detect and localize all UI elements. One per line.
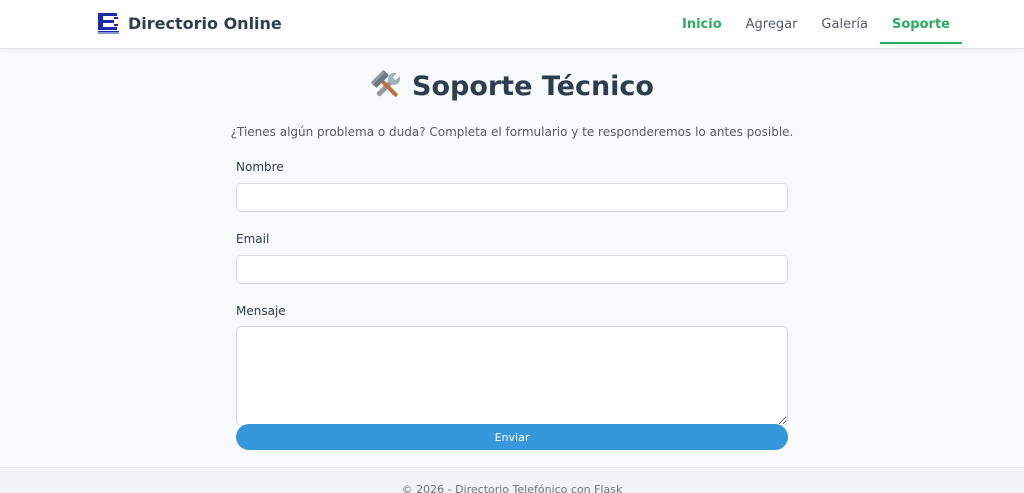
email-input[interactable] [236, 255, 788, 284]
name-field-group: Nombre [236, 159, 788, 212]
submit-button[interactable]: Enviar [236, 424, 788, 450]
brand-link[interactable]: Directorio Online [97, 10, 282, 36]
nav-link-soporte[interactable]: Soporte [880, 6, 962, 44]
email-field-group: Email [236, 231, 788, 284]
email-label: Email [236, 232, 270, 246]
message-field-group: Mensaje [236, 303, 788, 426]
nav-link-agregar[interactable]: Agregar [734, 6, 810, 44]
support-form: Nombre Email Mensaje [236, 159, 788, 426]
brand-title: Directorio Online [128, 13, 282, 33]
footer: © 2026 - Directorio Telefónico con Flask [0, 467, 1024, 493]
nav-link-inicio[interactable]: Inicio [670, 6, 734, 44]
main-nav: Inicio Agregar Galería Soporte [670, 0, 962, 49]
page-subtitle: ¿Tienes algún problema o duda? Completa … [230, 125, 794, 139]
page-title: Soporte Técnico [0, 69, 1024, 103]
support-page: Soporte Técnico ¿Tienes algún problema o… [0, 49, 1024, 467]
contact-directory-logo-icon [97, 11, 120, 35]
page-title-text: Soporte Técnico [412, 70, 654, 102]
nav-link-galeria[interactable]: Galería [809, 6, 880, 44]
footer-text: © 2026 - Directorio Telefónico con Flask [401, 483, 623, 493]
name-label: Nombre [236, 160, 284, 174]
hammer-and-wrench-icon [371, 70, 401, 97]
message-textarea[interactable] [236, 326, 788, 426]
navbar: Directorio Online Inicio Agregar Galería… [0, 0, 1024, 49]
name-input[interactable] [236, 183, 788, 212]
message-label: Mensaje [236, 304, 286, 318]
